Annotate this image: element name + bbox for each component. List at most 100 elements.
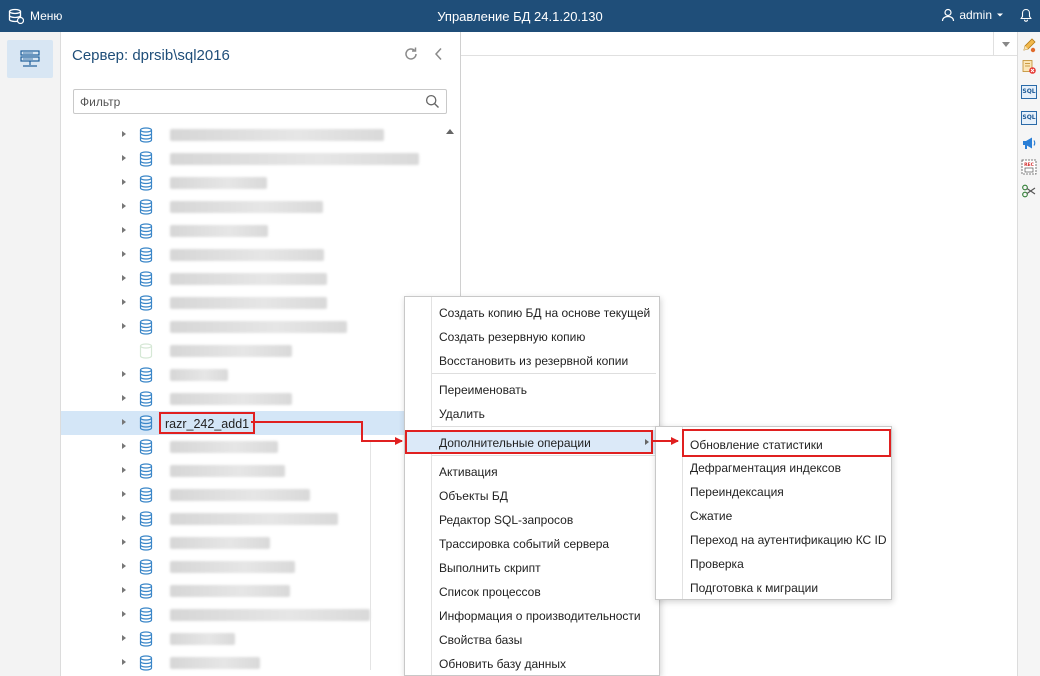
submenu-item-label: Переиндексация <box>690 485 784 499</box>
database-icon <box>139 319 153 335</box>
submenu-item-index-defrag[interactable]: Дефрагментация индексов <box>656 455 891 479</box>
menu-item-restore-backup[interactable]: Восстановить из резервной копии <box>405 348 659 372</box>
filter-input[interactable] <box>80 90 410 113</box>
tree-row-database[interactable] <box>61 483 406 507</box>
chevron-left-icon <box>434 47 442 61</box>
expand-caret-icon[interactable] <box>122 227 126 233</box>
tree-row-database[interactable] <box>61 147 419 171</box>
tree-row-database[interactable] <box>61 627 406 651</box>
tree-row-database[interactable] <box>61 291 406 315</box>
tree-row-database[interactable] <box>61 459 406 483</box>
menu-separator <box>432 373 656 374</box>
tree-row-database[interactable] <box>61 579 406 603</box>
menu-item-db-objects[interactable]: Объекты БД <box>405 483 659 507</box>
tree-row-database[interactable] <box>61 267 406 291</box>
expand-caret-icon[interactable] <box>122 491 126 497</box>
database-icon <box>139 223 153 239</box>
expand-caret-icon[interactable] <box>122 587 126 593</box>
menu-item-delete[interactable]: Удалить <box>405 401 659 425</box>
filter-field[interactable] <box>73 89 447 114</box>
record-trace-button[interactable]: REC <box>1021 159 1037 175</box>
expand-caret-icon[interactable] <box>122 251 126 257</box>
submenu-item-check[interactable]: Проверка <box>656 551 891 575</box>
server-list-icon <box>20 50 40 67</box>
expand-caret-icon[interactable] <box>122 299 126 305</box>
database-icon <box>139 583 153 599</box>
menu-item-activation[interactable]: Активация <box>405 459 659 483</box>
menu-item-rename[interactable]: Переименовать <box>405 377 659 401</box>
tree-row-database[interactable] <box>61 315 406 339</box>
expand-caret-icon[interactable] <box>122 635 126 641</box>
tree-row-database[interactable] <box>61 531 406 555</box>
expand-caret-icon[interactable] <box>122 659 126 665</box>
tree-row-database[interactable] <box>61 339 406 363</box>
menu-item-performance-info[interactable]: Информация о производительности <box>405 603 659 627</box>
expand-caret-icon[interactable] <box>122 203 126 209</box>
sql-editor-button[interactable]: SQL <box>1021 85 1037 101</box>
expand-caret-icon[interactable] <box>122 611 126 617</box>
tree-row-database[interactable] <box>61 435 406 459</box>
menu-item-server-trace[interactable]: Трассировка событий сервера <box>405 531 659 555</box>
expand-caret-icon[interactable] <box>122 515 126 521</box>
menu-item-sql-editor[interactable]: Редактор SQL-запросов <box>405 507 659 531</box>
expand-caret-icon[interactable] <box>122 323 126 329</box>
menu-separator <box>432 455 656 456</box>
menu-item-label: Объекты БД <box>439 489 508 503</box>
submenu-item-ksid-auth[interactable]: Переход на аутентификацию КС ID <box>656 527 891 551</box>
expand-caret-icon[interactable] <box>122 179 126 185</box>
expand-caret-icon[interactable] <box>122 395 126 401</box>
search-icon[interactable] <box>425 94 440 109</box>
expand-caret-icon[interactable] <box>122 155 126 161</box>
refresh-button[interactable] <box>403 46 419 65</box>
blurred-database-name <box>170 225 268 237</box>
tree-row-database[interactable] <box>61 195 406 219</box>
tree-row-database[interactable] <box>61 387 406 411</box>
menu-item-db-properties[interactable]: Свойства базы <box>405 627 659 651</box>
delete-job-button[interactable] <box>1021 59 1037 75</box>
menu-item-process-list[interactable]: Список процессов <box>405 579 659 603</box>
expand-caret-icon[interactable] <box>122 443 126 449</box>
tree-row-database[interactable] <box>61 243 406 267</box>
submenu-item-update-statistics[interactable]: Обновление статистики <box>656 429 891 457</box>
expand-caret-icon[interactable] <box>122 131 126 137</box>
tree-row-selected-database[interactable]: razr_242_add1 <box>61 411 406 435</box>
pencil-tool-button[interactable] <box>1021 37 1037 53</box>
submenu-item-reindex[interactable]: Переиндексация <box>656 479 891 503</box>
submenu-item-migration-prep[interactable]: Подготовка к миграции <box>656 575 891 599</box>
tree-row-database[interactable] <box>61 555 406 579</box>
tree-row-database[interactable] <box>61 651 406 675</box>
menu-item-create-copy[interactable]: Создать копию БД на основе текущей <box>405 300 659 324</box>
expand-caret-icon[interactable] <box>122 467 126 473</box>
expand-caret-icon[interactable] <box>122 539 126 545</box>
database-icon <box>139 367 153 383</box>
tree-row-database[interactable] <box>61 507 406 531</box>
tree-row-database[interactable] <box>61 171 406 195</box>
menu-item-create-backup[interactable]: Создать резервную копию <box>405 324 659 348</box>
expand-caret-icon[interactable] <box>122 371 126 377</box>
database-icon <box>139 151 153 167</box>
expand-caret-icon[interactable] <box>122 563 126 569</box>
tree-row-database[interactable] <box>61 123 406 147</box>
user-menu[interactable]: admin <box>941 8 1004 22</box>
expand-caret-icon[interactable] <box>122 419 126 425</box>
tree-row-database[interactable] <box>61 603 406 627</box>
servers-rail-button[interactable] <box>7 40 53 78</box>
sql-script-button[interactable]: SQL <box>1021 111 1037 127</box>
announce-button[interactable] <box>1021 135 1037 151</box>
submenu-item-label: Сжатие <box>690 509 733 523</box>
menu-item-label: Редактор SQL-запросов <box>439 513 574 527</box>
menu-item-label: Информация о производительности <box>439 609 641 623</box>
blurred-database-name <box>170 561 295 573</box>
menu-item-run-script[interactable]: Выполнить скрипт <box>405 555 659 579</box>
collapse-panel-button[interactable] <box>433 46 445 65</box>
tree-row-database[interactable] <box>61 363 406 387</box>
menu-button[interactable]: Меню <box>8 8 62 24</box>
tree-row-database[interactable] <box>61 219 406 243</box>
notifications-button[interactable] <box>1020 8 1032 25</box>
expand-caret-icon[interactable] <box>122 275 126 281</box>
menu-item-update-db[interactable]: Обновить базу данных <box>405 651 659 675</box>
submenu-item-shrink[interactable]: Сжатие <box>656 503 891 527</box>
cut-tool-button[interactable] <box>1021 183 1037 199</box>
tabs-dropdown-button[interactable] <box>993 32 1017 56</box>
menu-item-additional-operations[interactable]: Дополнительные операции <box>405 430 659 454</box>
